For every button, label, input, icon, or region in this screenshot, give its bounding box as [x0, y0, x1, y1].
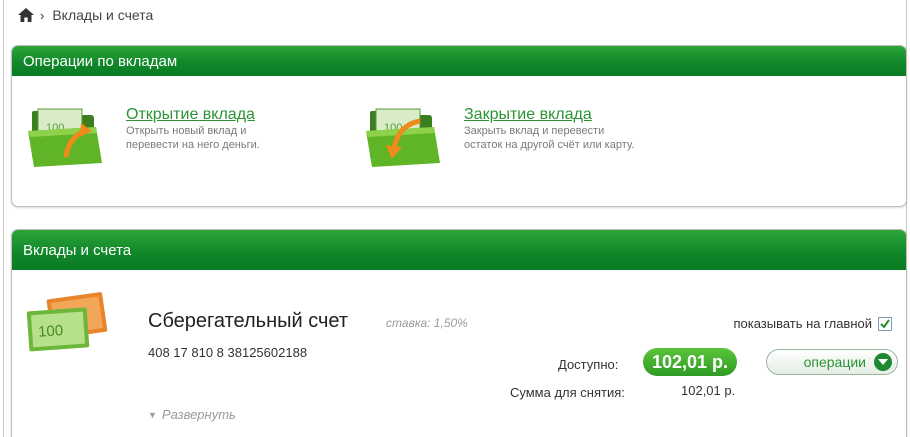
- home-icon[interactable]: [18, 8, 34, 22]
- folder-arrow-icon[interactable]: 100: [26, 101, 106, 171]
- breadcrumb-separator: ›: [40, 7, 45, 23]
- available-balance-badge: 102,01 р.: [643, 348, 738, 376]
- operations-panel: Операции по вкладам 100 Открытие вклада …: [11, 45, 907, 207]
- accounts-panel-title: Вклады и счета: [12, 230, 906, 270]
- triangle-down-icon: ▼: [148, 409, 157, 420]
- operations-panel-title: Операции по вкладам: [12, 46, 906, 76]
- breadcrumb: › Вклады и счета: [18, 6, 153, 24]
- breadcrumb-current: Вклады и счета: [52, 7, 154, 23]
- withdraw-label: Сумма для снятия:: [510, 385, 625, 400]
- expand-link[interactable]: ▼ Развернуть: [148, 407, 236, 422]
- close-deposit-desc-line1: Закрыть вклад и перевести: [464, 125, 605, 137]
- open-deposit-desc-line1: Открыть новый вклад и: [126, 125, 247, 137]
- chevron-down-icon: [874, 353, 892, 371]
- close-deposit-item: 100 Закрытие вклада Закрыть вклад и пере…: [364, 101, 634, 171]
- accounts-panel: Вклады и счета 100 100 Сберегательный сч…: [11, 229, 907, 437]
- operations-button-label: операции: [803, 354, 866, 370]
- operations-button[interactable]: операции: [766, 349, 898, 375]
- banknotes-icon: 100 100: [24, 291, 110, 357]
- show-on-main-checkbox[interactable]: [878, 316, 892, 331]
- show-on-main-toggle: показывать на главной: [733, 316, 892, 331]
- open-deposit-desc-line2: перевести на него деньги.: [126, 139, 260, 151]
- available-label: Доступно:: [558, 357, 619, 372]
- close-deposit-link[interactable]: Закрытие вклада: [464, 106, 634, 124]
- open-deposit-link[interactable]: Открытие вклада: [126, 106, 260, 124]
- close-deposit-desc-line2: остаток на другой счёт или карту.: [464, 139, 635, 151]
- account-number: 408 17 810 8 38125602188: [148, 345, 308, 360]
- account-name[interactable]: Сберегательный счет: [148, 310, 348, 333]
- checkmark-icon: [880, 318, 890, 329]
- open-deposit-item: 100 Открытие вклада Открыть новый вклад …: [26, 101, 260, 171]
- folder-arrow-icon[interactable]: 100: [364, 101, 444, 171]
- withdraw-value: 102,01 р.: [681, 383, 736, 398]
- show-on-main-label: показывать на главной: [733, 316, 872, 331]
- expand-label: Развернуть: [161, 407, 236, 422]
- svg-text:100: 100: [38, 322, 64, 341]
- account-rate: ставка: 1,50%: [386, 316, 468, 330]
